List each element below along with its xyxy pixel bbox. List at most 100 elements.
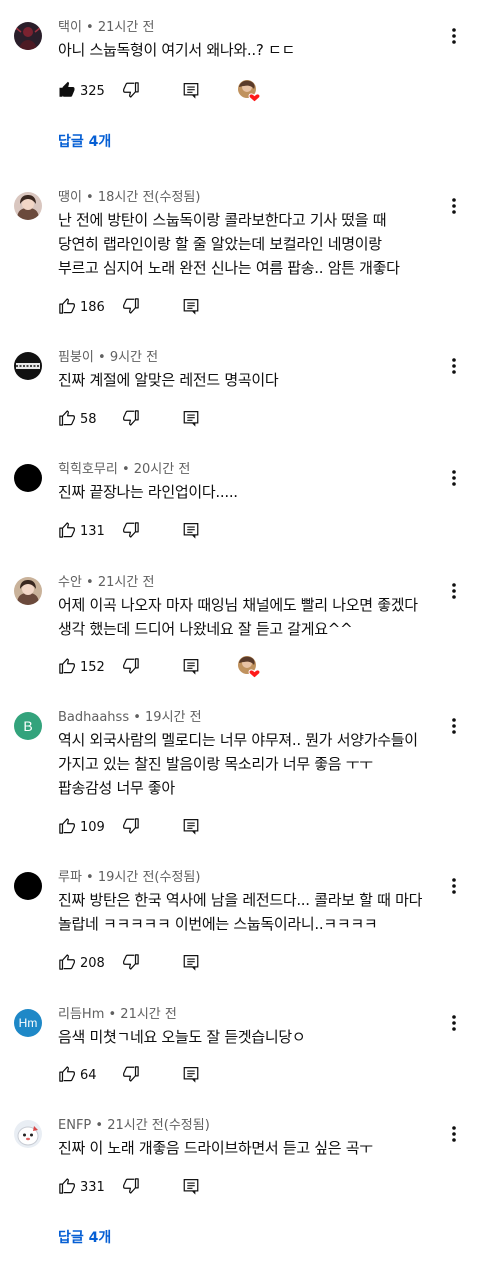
meta-separator: • — [129, 710, 146, 725]
meta-separator: • — [91, 1118, 108, 1133]
avatar[interactable] — [14, 872, 42, 900]
reply-icon — [182, 81, 200, 103]
view-replies-link[interactable]: 답글 4개 — [58, 1228, 111, 1248]
comment-meta: ENFP • 21시간 전(수정됨) — [58, 1118, 210, 1134]
reply-icon — [182, 1177, 200, 1199]
avatar[interactable]: Hm — [14, 1009, 42, 1037]
more-options-icon[interactable] — [444, 354, 464, 378]
comment-author[interactable]: 리듬Hm — [58, 1007, 104, 1022]
more-options-icon[interactable] — [444, 1122, 464, 1146]
more-options-icon[interactable] — [444, 874, 464, 898]
avatar[interactable] — [14, 464, 42, 492]
like-button[interactable] — [58, 520, 76, 544]
comment-author[interactable]: ENFP — [58, 1118, 91, 1133]
reply-button[interactable] — [182, 520, 200, 544]
dislike-button[interactable] — [122, 296, 140, 320]
like-count: 109 — [80, 820, 105, 835]
reply-button[interactable] — [182, 1176, 200, 1200]
dislike-button[interactable] — [122, 816, 140, 840]
dislike-button[interactable] — [122, 80, 140, 104]
like-button[interactable] — [58, 296, 76, 320]
reply-icon — [182, 953, 200, 975]
comment-author[interactable]: 힉힉호무리 — [58, 462, 118, 477]
like-button[interactable] — [58, 656, 76, 680]
comment-time[interactable]: 21시간 전 — [120, 1007, 177, 1022]
thumbs-up-icon — [58, 409, 76, 431]
comment-time[interactable]: 20시간 전 — [134, 462, 191, 477]
reply-icon — [182, 297, 200, 319]
more-options-icon[interactable] — [444, 579, 464, 603]
reply-button[interactable] — [182, 952, 200, 976]
view-replies-link[interactable]: 답글 4개 — [58, 132, 111, 152]
thumbs-down-icon — [122, 81, 140, 103]
thumbs-down-icon — [122, 953, 140, 975]
avatar[interactable] — [14, 192, 42, 220]
comment-meta: 땡이 • 18시간 전(수정됨) — [58, 190, 200, 206]
comment-actions: 331 — [58, 1176, 298, 1200]
comment-time[interactable]: 21시간 전 — [98, 20, 155, 35]
reply-button[interactable] — [182, 80, 200, 104]
like-button[interactable] — [58, 816, 76, 840]
dislike-button[interactable] — [122, 408, 140, 432]
more-options-icon[interactable] — [444, 1011, 464, 1035]
thumbs-down-icon — [122, 657, 140, 679]
comment-time[interactable]: 9시간 전 — [110, 350, 158, 365]
comment-author[interactable]: 핌붕이 — [58, 350, 94, 365]
comment-author[interactable]: 수안 — [58, 575, 82, 590]
more-options-icon[interactable] — [444, 714, 464, 738]
avatar[interactable] — [14, 577, 42, 605]
reply-button[interactable] — [182, 656, 200, 680]
avatar-letter: Hm — [18, 1016, 38, 1030]
comment-meta: 핌붕이 • 9시간 전 — [58, 350, 158, 366]
thumbs-down-icon — [122, 521, 140, 543]
comment-actions: 58 — [58, 408, 298, 432]
comment-time[interactable]: 19시간 전 — [145, 710, 202, 725]
more-options-icon[interactable] — [444, 24, 464, 48]
comment-meta: 리듬Hm • 21시간 전 — [58, 1007, 177, 1023]
comment-time[interactable]: 19시간 전(수정됨) — [98, 870, 201, 885]
avatar[interactable] — [14, 22, 42, 50]
like-button[interactable] — [58, 1064, 76, 1088]
comment-text: 음색 미쳣ㄱ네요 오늘도 잘 듣겟습니당ㅇ — [58, 1028, 306, 1046]
more-options-icon[interactable] — [444, 466, 464, 490]
comment-author[interactable]: 루파 — [58, 870, 82, 885]
comment-text: 어제 이곡 나오자 마자 때잉님 채널에도 빨리 나오면 좋겠다 생각 했는데 … — [58, 596, 418, 638]
like-button[interactable] — [58, 1176, 76, 1200]
comment-time[interactable]: 18시간 전(수정됨) — [98, 190, 201, 205]
reply-button[interactable] — [182, 408, 200, 432]
reply-button[interactable] — [182, 816, 200, 840]
comment-time[interactable]: 21시간 전(수정됨) — [107, 1118, 210, 1133]
comment-author[interactable]: 택이 — [58, 20, 82, 35]
comment-author[interactable]: Badhaahss — [58, 710, 129, 725]
comment-author[interactable]: 땡이 — [58, 190, 82, 205]
like-button[interactable] — [58, 952, 76, 976]
like-button[interactable] — [58, 80, 76, 104]
comment-text: 역시 외국사람의 멜로디는 너무 야무져.. 뭔가 서양가수들이 가지고 있는 … — [58, 731, 418, 797]
comment-meta: Badhaahss • 19시간 전 — [58, 710, 202, 726]
like-count: 152 — [80, 660, 105, 675]
reply-icon — [182, 657, 200, 679]
creator-heart-icon — [236, 78, 261, 103]
avatar[interactable]: B — [14, 712, 42, 740]
thumbs-down-icon — [122, 1177, 140, 1199]
dislike-button[interactable] — [122, 952, 140, 976]
reply-button[interactable] — [182, 1064, 200, 1088]
thumbs-down-icon — [122, 297, 140, 319]
reply-icon — [182, 817, 200, 839]
thumbs-up-icon — [58, 297, 76, 319]
comment-time[interactable]: 21시간 전 — [98, 575, 155, 590]
avatar[interactable] — [14, 352, 42, 380]
dislike-button[interactable] — [122, 1064, 140, 1088]
thumbs-down-icon — [122, 817, 140, 839]
dislike-button[interactable] — [122, 1176, 140, 1200]
more-options-icon[interactable] — [444, 194, 464, 218]
meta-separator: • — [81, 190, 98, 205]
reply-button[interactable] — [182, 296, 200, 320]
comment-meta: 수안 • 21시간 전 — [58, 575, 154, 591]
comment-text: 아니 스눕독형이 여기서 왜나와..? ㄷㄷ — [58, 41, 295, 59]
comment-text: 진짜 방탄은 한국 역사에 남을 레전드다... 콜라보 할 때 마다 놀랍네 … — [58, 891, 423, 933]
avatar[interactable] — [14, 1120, 42, 1148]
dislike-button[interactable] — [122, 656, 140, 680]
dislike-button[interactable] — [122, 520, 140, 544]
like-button[interactable] — [58, 408, 76, 432]
